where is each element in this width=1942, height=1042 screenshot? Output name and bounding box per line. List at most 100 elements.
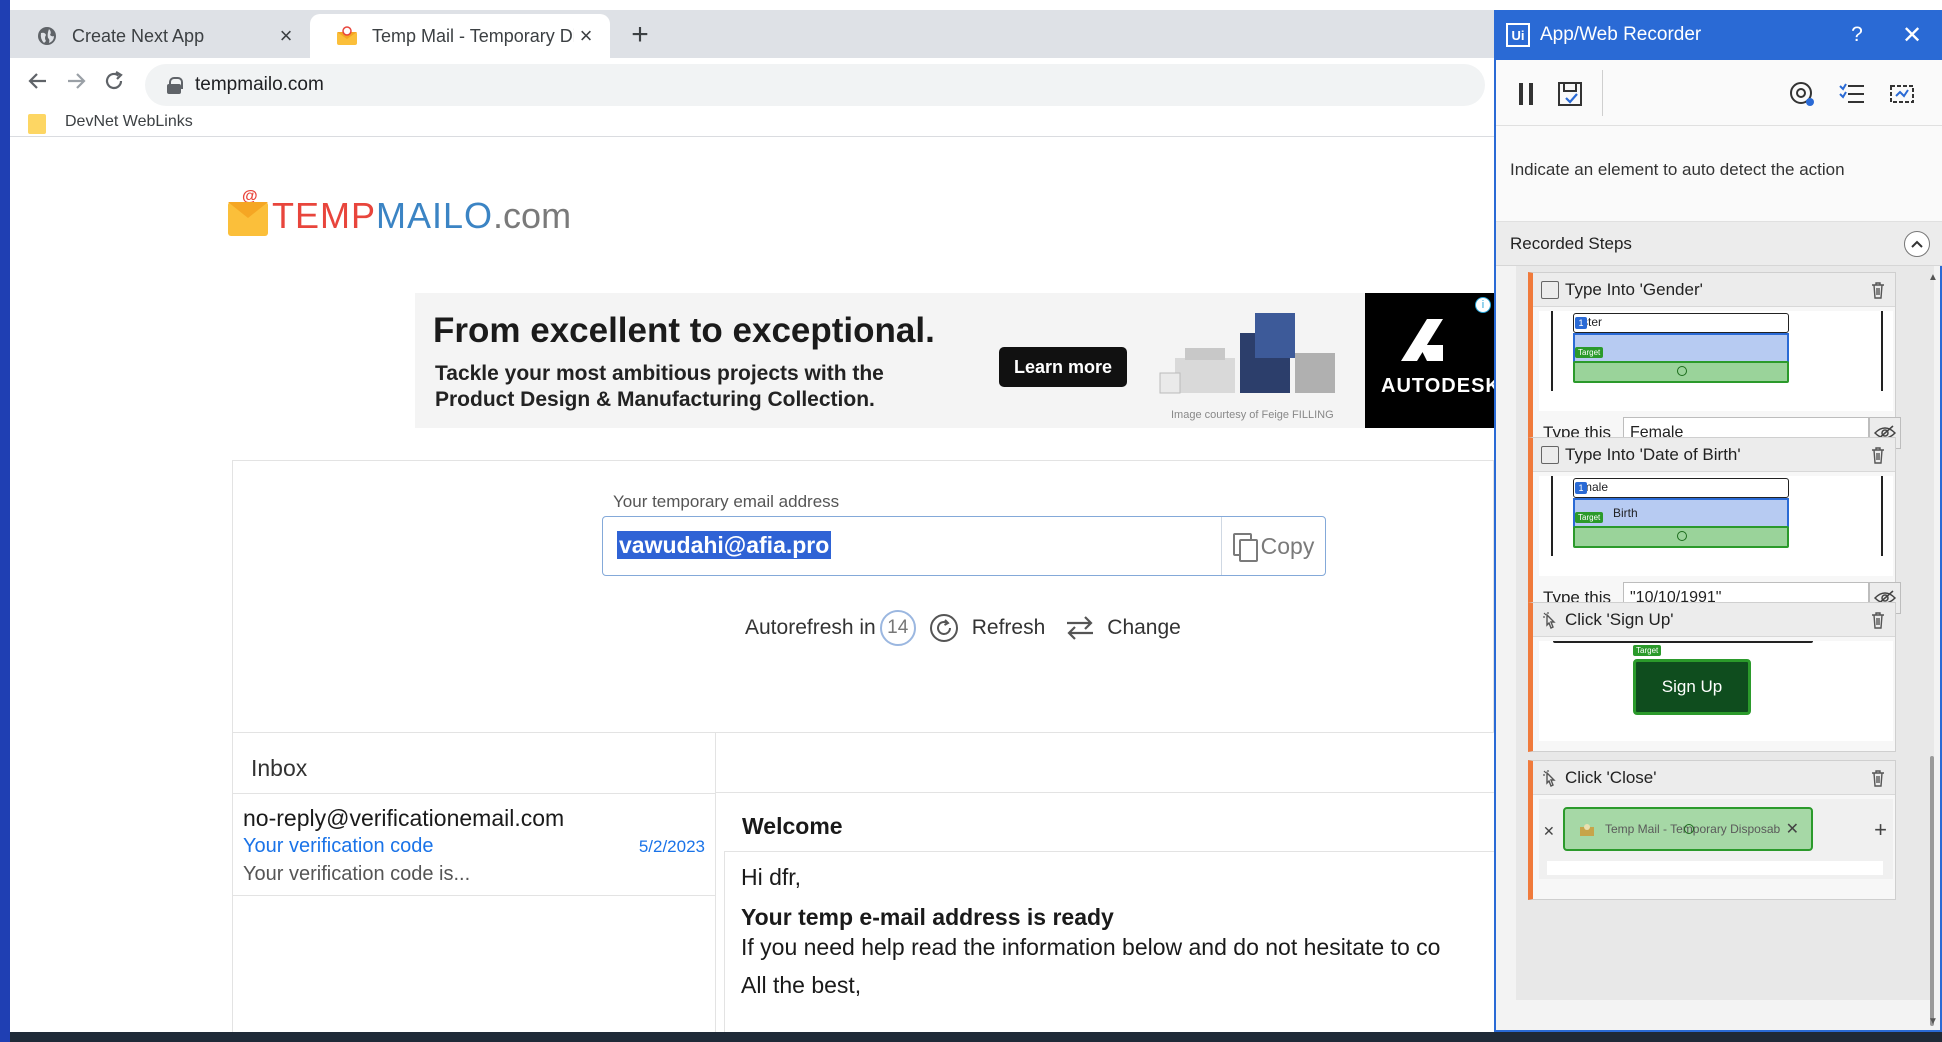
step-preview-image: male 1 Birth Target xyxy=(1539,476,1893,576)
tab-strip: Create Next App × Temp Mail - Temporary … xyxy=(10,10,1494,58)
step-title: Type Into 'Gender' xyxy=(1565,280,1703,299)
address-bar[interactable]: tempmailo.com xyxy=(145,64,1485,106)
scrollbar[interactable]: ▲ ▼ xyxy=(1928,266,1938,1042)
back-arrow-icon[interactable] xyxy=(22,69,54,101)
refresh-button[interactable]: Refresh xyxy=(972,616,1046,640)
autorefresh-countdown: 14 xyxy=(879,610,916,646)
recorded-steps-title: Recorded Steps xyxy=(1510,234,1632,253)
element-detection-icon[interactable] xyxy=(1886,78,1918,110)
window-frame xyxy=(0,0,10,1042)
preview-target-tag: Target xyxy=(1633,645,1662,656)
refresh-icon[interactable] xyxy=(928,612,960,644)
save-icon[interactable] xyxy=(1554,78,1586,110)
new-tab-button[interactable]: + xyxy=(622,18,658,54)
target-settings-icon[interactable] xyxy=(1786,78,1818,110)
copy-label: Copy xyxy=(1260,532,1315,559)
close-button[interactable]: ✕ xyxy=(1882,21,1942,50)
type-into-icon xyxy=(1541,446,1559,464)
message-heading: Your temp e-mail address is ready xyxy=(741,904,1114,930)
screen: Create Next App × Temp Mail - Temporary … xyxy=(0,0,1942,1042)
trash-icon[interactable] xyxy=(1871,281,1885,299)
recorder-toolbar xyxy=(1496,60,1942,126)
step-title: Click 'Close' xyxy=(1565,768,1657,787)
bookmark-devnet-weblinks[interactable]: DevNet WebLinks xyxy=(65,113,193,131)
site-logo[interactable]: @ TEMP MAILO .com xyxy=(228,188,571,236)
pause-icon[interactable] xyxy=(1510,78,1542,110)
advertisement-banner[interactable]: From excellent to exceptional. Tackle yo… xyxy=(415,293,1495,428)
tab-temp-mail[interactable]: Temp Mail - Temporary Disposab × xyxy=(310,14,610,58)
close-icon[interactable]: × xyxy=(274,23,298,49)
step-preview-image: ✕ Temp Mail - Temporary Disposab ✕ + xyxy=(1539,799,1893,879)
ad-body: Tackle your most ambitious projects with… xyxy=(435,362,884,411)
trash-icon[interactable] xyxy=(1871,446,1885,464)
message-header-bar xyxy=(716,733,1494,793)
preview-field-label: Birth xyxy=(1613,506,1638,520)
message-subject: Welcome xyxy=(742,813,843,839)
scroll-thumb[interactable] xyxy=(1930,756,1934,1026)
message-text: If you need help read the information be… xyxy=(741,934,1441,960)
copy-button[interactable]: Copy xyxy=(1221,517,1325,575)
bookmarks-bar: DevNet WebLinks xyxy=(10,112,1494,136)
ad-learn-more-button[interactable]: Learn more xyxy=(999,347,1127,387)
copy-icon xyxy=(1232,533,1258,562)
preview-sign-up-button: Sign Up xyxy=(1633,659,1751,715)
swap-icon[interactable] xyxy=(1063,613,1097,643)
scroll-up-icon[interactable]: ▲ xyxy=(1927,272,1939,284)
ad-info-icon[interactable]: i xyxy=(1475,297,1491,313)
lock-icon xyxy=(167,77,183,94)
mail-sender: no-reply@verificationemail.com xyxy=(243,805,565,831)
uipath-logo-icon: Ui xyxy=(1506,23,1530,47)
message-greeting: Hi dfr, xyxy=(741,864,802,890)
ad-brand-name: AUTODESK xyxy=(1381,375,1495,397)
type-into-icon xyxy=(1541,281,1559,299)
collapse-icon[interactable] xyxy=(1904,231,1930,257)
refresh-controls: Autorefresh in 14 Refresh Change xyxy=(745,608,1181,648)
autodesk-logo-icon xyxy=(1401,319,1443,361)
mail-subject[interactable]: Your verification code xyxy=(243,835,434,858)
reload-icon[interactable] xyxy=(98,69,130,101)
ad-brand-panel: AUTODESK xyxy=(1365,293,1495,428)
inbox-panel: Inbox no-reply@verificationemail.com You… xyxy=(232,732,716,1042)
divider xyxy=(233,793,715,794)
autorefresh-label: Autorefresh in xyxy=(745,616,876,639)
preview-field-text: ster xyxy=(1573,313,1789,333)
browser-toolbar: tempmailo.com xyxy=(10,58,1494,112)
email-address-value[interactable]: vawudahi@afia.pro xyxy=(617,531,832,559)
step-preview-image: ster 1 Target xyxy=(1539,311,1893,411)
divider xyxy=(10,136,1494,137)
step-type-into-date-of-birth[interactable]: Type Into 'Date of Birth' male 1 Birth T… xyxy=(1528,437,1901,627)
step-header: Click 'Close' xyxy=(1533,761,1895,795)
click-icon xyxy=(1541,769,1559,787)
step-title: Click 'Sign Up' xyxy=(1565,610,1674,629)
ad-credit: Image courtesy of Feige FILLING xyxy=(1171,409,1334,421)
ad-headline: From excellent to exceptional. xyxy=(433,311,935,350)
tab-create-next-app[interactable]: Create Next App × xyxy=(10,14,310,58)
step-click-close[interactable]: Click 'Close' ✕ Temp Mail - Temporary Di… xyxy=(1528,760,1896,900)
recorded-steps-list: Type Into 'Gender' ster 1 Target Type th… xyxy=(1516,266,1934,1000)
forward-arrow-icon[interactable] xyxy=(60,69,92,101)
help-button[interactable]: ? xyxy=(1832,23,1882,47)
step-click-sign-up[interactable]: Click 'Sign Up' Target Sign Up xyxy=(1528,602,1896,752)
machine-image xyxy=(1159,313,1335,394)
trash-icon[interactable] xyxy=(1871,769,1885,787)
list-settings-icon[interactable] xyxy=(1836,78,1868,110)
trash-icon[interactable] xyxy=(1871,611,1885,629)
recorder-title-bar: Ui App/Web Recorder ? ✕ xyxy=(1496,10,1942,60)
step-preview-image: Target Sign Up xyxy=(1539,641,1893,741)
change-button[interactable]: Change xyxy=(1107,616,1181,640)
step-title: Type Into 'Date of Birth' xyxy=(1565,445,1741,464)
step-type-into-gender[interactable]: Type Into 'Gender' ster 1 Target Type th… xyxy=(1528,272,1901,462)
email-address-field[interactable]: vawudahi@afia.pro Copy xyxy=(602,516,1326,576)
divider xyxy=(1602,70,1603,116)
inbox-title: Inbox xyxy=(251,755,308,781)
message-body: Hi dfr, Your temp e-mail address is read… xyxy=(724,851,1504,1042)
preview-tab-text: Temp Mail - Temporary Disposab xyxy=(1605,822,1781,836)
message-panel: Welcome Hi dfr, Your temp e-mail address… xyxy=(716,732,1504,1042)
mail-snippet: Your verification code is... xyxy=(243,863,471,885)
recorder-panel: Ui App/Web Recorder ? ✕ Indicate an elem… xyxy=(1494,10,1942,1032)
scroll-down-icon[interactable]: ▼ xyxy=(1927,1016,1939,1028)
preview-field-text: male xyxy=(1573,478,1789,498)
taskbar xyxy=(10,1032,1942,1042)
tab-title: Temp Mail - Temporary Disposab xyxy=(372,25,574,46)
close-icon[interactable]: × xyxy=(574,23,598,49)
